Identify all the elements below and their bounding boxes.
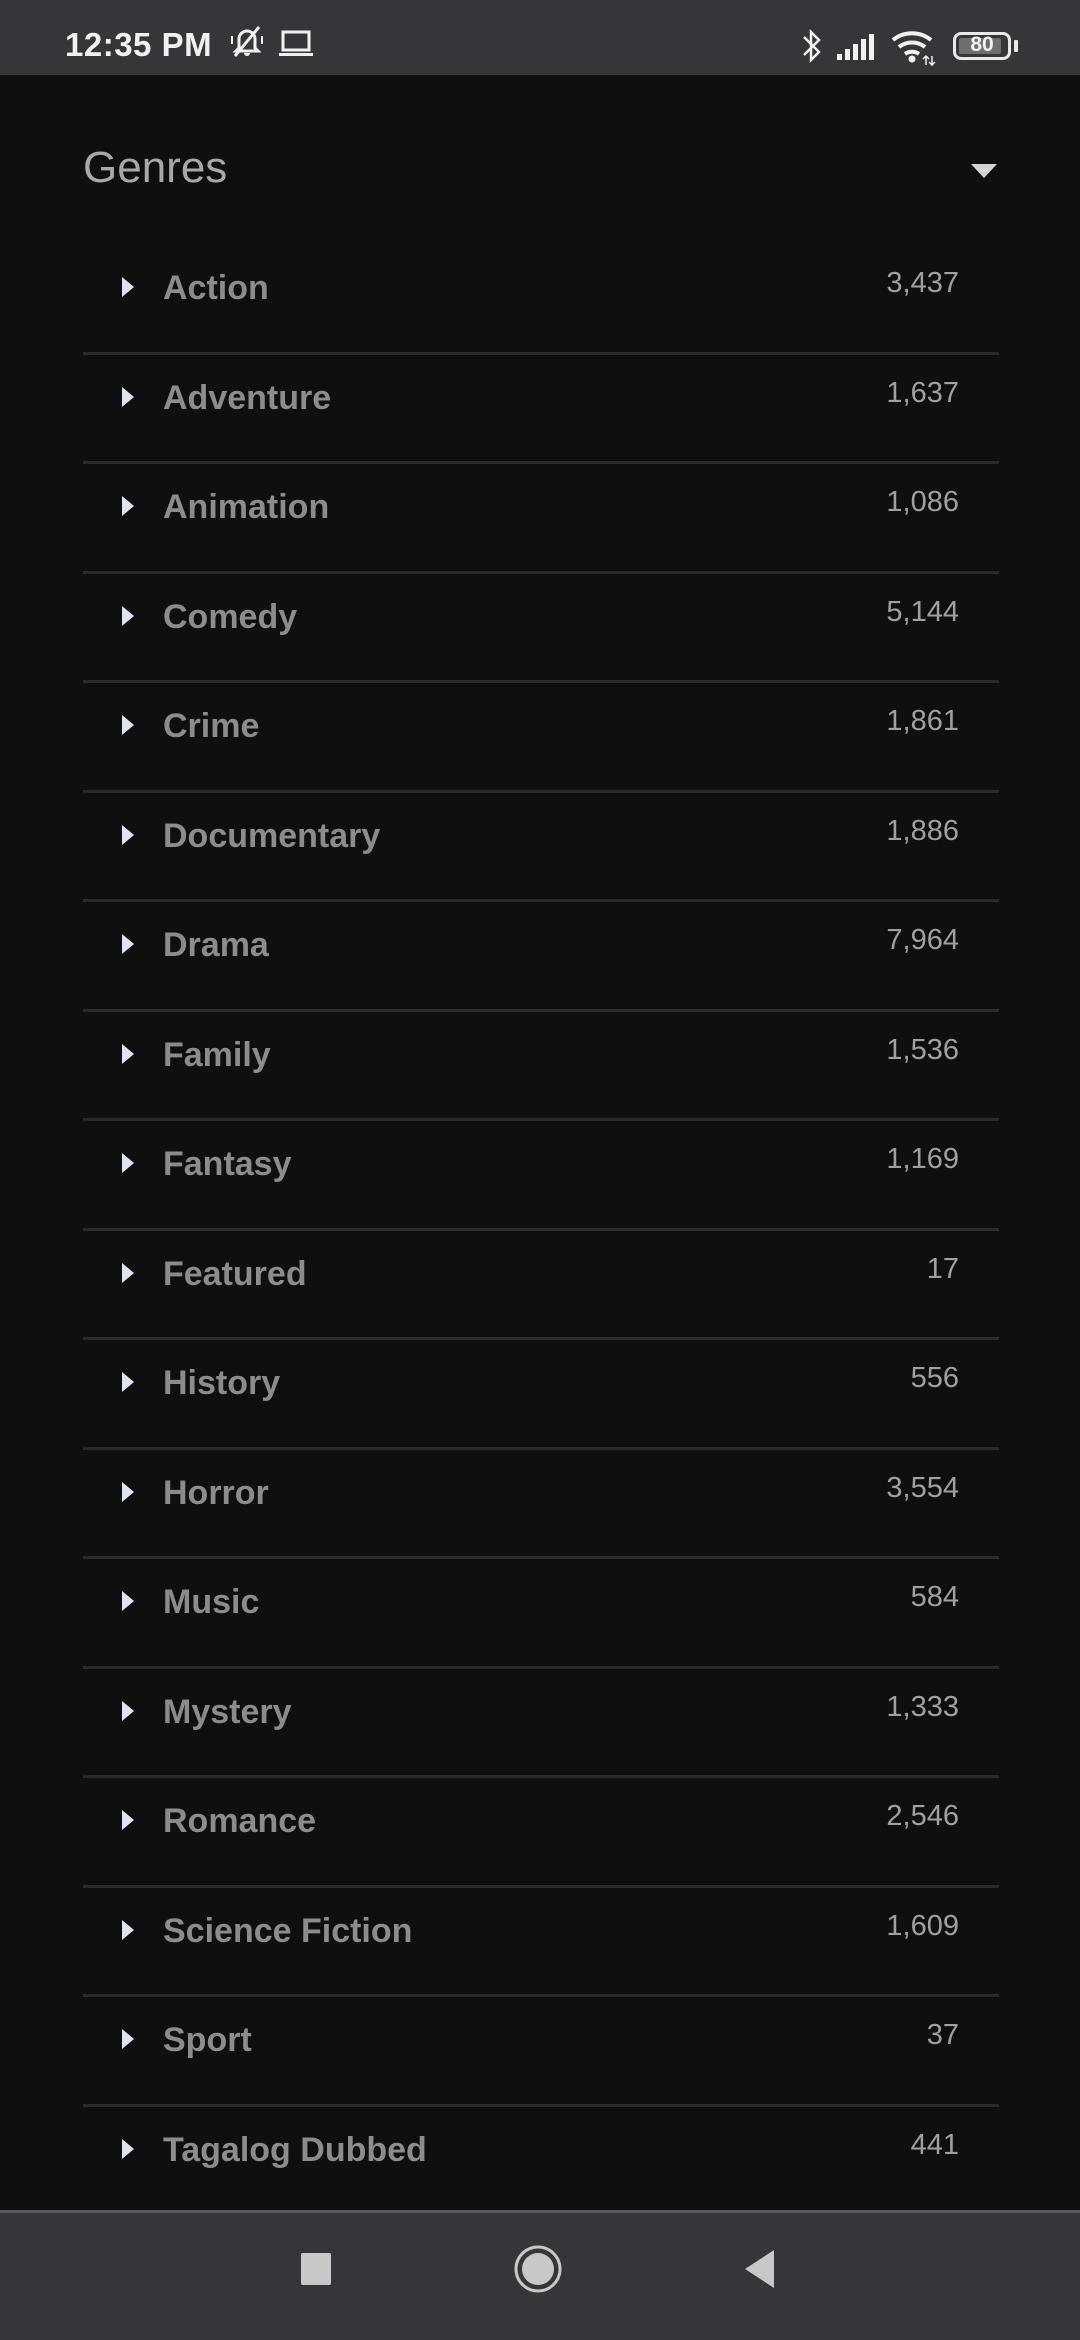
back-button[interactable] — [740, 2247, 780, 2296]
laptop-icon — [278, 30, 314, 63]
caret-right-icon[interactable] — [121, 604, 135, 628]
genre-label: Tagalog Dubbed — [163, 2130, 427, 2169]
caret-right-icon[interactable] — [121, 1151, 135, 1175]
caret-right-icon[interactable] — [121, 1042, 135, 1066]
genre-label: Sport — [163, 2021, 252, 2059]
bluetooth-icon — [800, 28, 824, 69]
genre-count: 1,333 — [886, 1690, 959, 1723]
genre-label: Music — [163, 1583, 260, 1621]
genre-label: Adventure — [163, 378, 332, 417]
genre-count: 3,554 — [886, 1471, 959, 1504]
genres-panel: Genres Action 3,437 Adventure 1,637 Animatio… — [0, 75, 1080, 2210]
genre-row[interactable]: Crime 1,861 — [83, 683, 999, 793]
genre-row[interactable]: Drama 7,964 — [83, 902, 999, 1012]
battery-level-text: 80 — [970, 33, 994, 56]
genre-row[interactable]: Documentary 1,886 — [83, 793, 999, 902]
genre-row[interactable]: Romance 2,546 — [83, 1778, 999, 1888]
genre-label: Family — [163, 1035, 271, 1074]
genre-row[interactable]: Featured 17 — [83, 1231, 999, 1340]
genre-row[interactable]: Fantasy 1,169 — [83, 1121, 999, 1231]
genre-label: Action — [163, 269, 269, 307]
genre-count: 37 — [926, 2019, 959, 2051]
genre-row[interactable]: Action 3,437 — [83, 245, 999, 355]
genre-row[interactable]: Sport 37 — [83, 1997, 999, 2107]
genre-label: Crime — [163, 707, 260, 745]
genre-label: Featured — [163, 1254, 307, 1293]
caret-right-icon[interactable] — [121, 823, 135, 847]
genre-row[interactable]: Comedy 5,144 — [83, 574, 999, 683]
genre-label: Science Fiction — [163, 1911, 413, 1950]
battery-tip — [1014, 40, 1018, 52]
genre-count: 1,086 — [886, 486, 959, 518]
genre-count: 441 — [910, 2128, 959, 2161]
caret-down-icon[interactable] — [969, 161, 999, 181]
genre-row[interactable]: Tagalog Dubbed 441 — [83, 2107, 999, 2211]
caret-right-icon[interactable] — [121, 275, 135, 299]
genre-row[interactable]: History 556 — [83, 1340, 999, 1450]
battery-icon: 80 — [953, 32, 1011, 60]
genres-section-header[interactable]: Genres — [83, 143, 999, 203]
genre-label: Documentary — [163, 816, 381, 855]
genre-row[interactable]: Family 1,536 — [83, 1012, 999, 1121]
caret-right-icon[interactable] — [121, 932, 135, 956]
genre-label: Fantasy — [163, 1145, 292, 1183]
genre-row[interactable]: Animation 1,086 — [83, 464, 999, 574]
genre-count: 1,886 — [886, 814, 959, 847]
caret-right-icon[interactable] — [121, 2137, 135, 2161]
genre-count: 3,437 — [886, 267, 959, 299]
genre-count: 584 — [910, 1581, 959, 1613]
genre-row[interactable]: Mystery 1,333 — [83, 1669, 999, 1778]
back-triangle-icon — [745, 2250, 774, 2288]
genre-label: Drama — [163, 926, 269, 964]
caret-right-icon[interactable] — [121, 1589, 135, 1613]
signal-icon — [836, 30, 878, 67]
genre-row[interactable]: Horror 3,554 — [83, 1450, 999, 1559]
genre-label: Romance — [163, 1802, 317, 1840]
recents-button[interactable] — [296, 2249, 336, 2294]
home-button[interactable] — [512, 2243, 564, 2300]
caret-right-icon[interactable] — [121, 385, 135, 409]
genre-label: History — [163, 1364, 281, 1402]
genre-count: 1,861 — [886, 705, 959, 737]
system-nav-bar — [0, 2210, 1080, 2340]
genre-count: 5,144 — [886, 595, 959, 628]
genre-row[interactable]: Adventure 1,637 — [83, 355, 999, 464]
bell-muted-icon — [228, 24, 266, 65]
section-title: Genres — [83, 143, 228, 192]
genre-row[interactable]: Music 584 — [83, 1559, 999, 1669]
caret-right-icon[interactable] — [121, 1699, 135, 1723]
status-time: 12:35 PM — [65, 26, 213, 63]
genre-label: Mystery — [163, 1692, 292, 1731]
genre-count: 1,637 — [886, 376, 959, 409]
genre-count: 1,609 — [886, 1909, 959, 1942]
genre-count: 1,169 — [886, 1143, 959, 1175]
genre-count: 7,964 — [886, 924, 959, 956]
genre-label: Horror — [163, 1473, 269, 1512]
genre-count: 17 — [926, 1252, 959, 1285]
genre-label: Animation — [163, 488, 330, 526]
genre-label: Comedy — [163, 597, 298, 636]
caret-right-icon[interactable] — [121, 713, 135, 737]
caret-right-icon[interactable] — [121, 2027, 135, 2051]
caret-right-icon[interactable] — [121, 1370, 135, 1394]
caret-right-icon[interactable] — [121, 494, 135, 518]
caret-right-icon[interactable] — [121, 1261, 135, 1285]
genre-count: 1,536 — [886, 1033, 959, 1066]
genre-count: 556 — [910, 1362, 959, 1394]
caret-right-icon[interactable] — [121, 1808, 135, 1832]
caret-right-icon[interactable] — [121, 1480, 135, 1504]
genre-count: 2,546 — [886, 1800, 959, 1832]
caret-right-icon[interactable] — [121, 1918, 135, 1942]
square-icon — [301, 2253, 331, 2285]
circle-icon — [514, 2245, 562, 2293]
wifi-icon — [890, 28, 938, 71]
genre-list: Action 3,437 Adventure 1,637 Animation 1,086 C… — [83, 245, 999, 2210]
genre-row[interactable]: Science Fiction 1,609 — [83, 1888, 999, 1997]
status-bar: 12:35 PM 80 — [0, 0, 1080, 75]
